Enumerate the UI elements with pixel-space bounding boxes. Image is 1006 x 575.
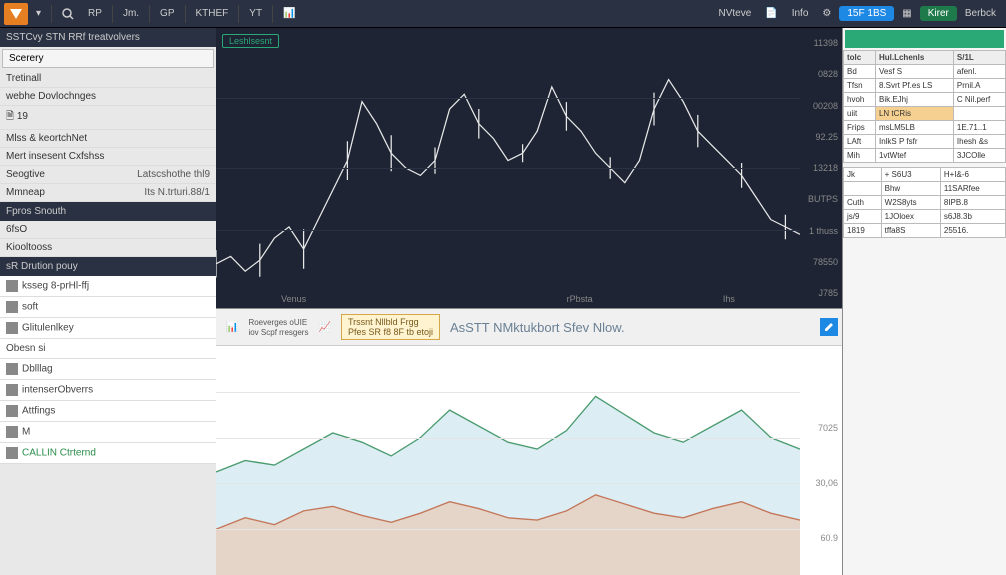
table-row[interactable]: Jk+ S6U3H+I&-6 [844,168,1006,182]
table-row[interactable]: FripsmsLM5LB1E.71..1 [844,121,1006,135]
separator [51,5,52,23]
lt-icon-2[interactable]: 📈 [312,316,336,338]
tb-item-0[interactable]: Jm. [117,3,145,25]
sidebar-row[interactable]: Tretinall [0,70,216,88]
search-icon[interactable] [56,3,80,25]
panel-item[interactable]: M [0,422,216,443]
table-row[interactable]: Bhw11SARfee [844,182,1006,196]
panel-item[interactable]: Obesn si [0,339,216,359]
tb-right-0[interactable]: NVteve [712,3,757,25]
lt-icon-1[interactable]: 📊 [220,316,244,338]
sidebar-row[interactable]: Mlss & keortchNet [0,130,216,148]
table-row[interactable]: CuthW2S8yts8IPB.8 [844,196,1006,210]
panel-item[interactable]: Attfings [0,401,216,422]
chart-yaxis: 1139808280020892.2513218BUTPS1 thuss7855… [800,28,842,308]
sidebar-row[interactable]: webhe Dovlochnges [0,88,216,106]
panel-item[interactable]: soft [0,297,216,318]
lower-toolbar: 📊 Roeverges oUIE iov Scpf rresgers 📈 Trs… [216,308,842,346]
sidebar-row[interactable]: Kiooltooss [0,239,216,257]
sidebar-section-3: sR Drution pouy [0,257,216,276]
lower-title: AsSTT NMktukbort Sfev Nlow. [444,320,625,335]
table-row[interactable]: Tfsn8.Svrt Pf.es LSPrnil.A [844,79,1006,93]
center-area: Leshlsesnt VenusrPbstaIhs 11398082800208… [216,28,842,575]
tb-item-2[interactable]: KTHEF [190,3,235,25]
rp-status-box [845,30,1004,48]
panel-item[interactable]: CALLIN Ctrternd [0,443,216,464]
edit-icon[interactable] [820,318,838,336]
panel-item[interactable]: ksseg 8-prHl-ffj [0,276,216,297]
main-chart[interactable]: Leshlsesnt VenusrPbstaIhs 11398082800208… [216,28,842,308]
tb-right-1[interactable]: Info [786,3,815,25]
separator [238,5,239,23]
panel-item[interactable]: Glitulenlkey [0,318,216,339]
tb-settings-icon[interactable]: ⚙ [816,3,837,25]
panel-item[interactable]: Dblllag [0,359,216,380]
sidebar-row[interactable]: MmneapIts N.trturi.88/1 [0,184,216,202]
green-pill[interactable]: Kirer [920,6,957,21]
separator [185,5,186,23]
right-panel: tolcHul.LchenlsS/1L BdVesf Safenl.Tfsn8.… [842,28,1006,575]
table-row[interactable]: Mih1vtWtef3JCOlle [844,149,1006,163]
sidebar-row[interactable]: SeogtiveLatscshothe thl9 [0,166,216,184]
lt-tab[interactable]: Trssnt Nllbld Frgg Pfes SR f8 8F tb etoj… [341,314,440,340]
separator [149,5,150,23]
table-row[interactable]: uiitLN tCRis [844,107,1006,121]
left-sidebar: SSTCvy STN RRf treatvolvers Scerery Tret… [0,28,216,575]
table-row[interactable]: LAftInlkS P fsfrIhesh &s [844,135,1006,149]
top-toolbar: ▾ RP Jm. GP KTHEF YT 📊 NVteve 📄 Info ⚙ 1… [0,0,1006,28]
sidebar-row[interactable]: 6fsO [0,221,216,239]
table-row[interactable]: js/91JOloexs6J8.3b [844,210,1006,224]
lower-chart[interactable]: 702530,0660.9 [216,346,842,575]
lower-series [216,346,800,575]
app-logo-button[interactable] [4,3,28,25]
table-row[interactable]: hvohBik.EJhjC Nil.perf [844,93,1006,107]
sidebar-header: SSTCvy STN RRf treatvolvers [0,28,216,47]
search-label[interactable]: RP [82,3,108,25]
chart-badge[interactable]: Leshlsesnt [222,34,279,48]
data-table-2: Jk+ S6U3H+I&-6Bhw11SARfeeCuthW2S8yts8IPB… [843,167,1006,238]
tb-doc-icon[interactable]: 📄 [759,3,783,25]
data-table-1: tolcHul.LchenlsS/1L BdVesf Safenl.Tfsn8.… [843,50,1006,163]
sidebar-row[interactable]: Mert insesent Cxfshss [0,148,216,166]
lt-group-0: Roeverges oUIE iov Scpf rresgers [248,318,308,337]
table-row[interactable]: 1819tffa8S25516. [844,224,1006,238]
lower-yaxis: 702530,0660.9 [800,346,842,575]
sidebar-section-2: Fpros Snouth [0,202,216,221]
tb-item-3[interactable]: YT [243,3,268,25]
tb-chart-icon[interactable]: 📊 [277,3,301,25]
tb-item-1[interactable]: GP [154,3,180,25]
tb-bell-icon[interactable]: ▦ [896,3,917,25]
panel-item[interactable]: intenserObverrs [0,380,216,401]
dropdown-button[interactable]: ▾ [30,3,47,25]
blue-pill[interactable]: 15F 1BS [839,6,894,21]
chart-xaxis: VenusrPbstaIhs [216,290,800,308]
table-row[interactable]: BdVesf Safenl. [844,65,1006,79]
back-button[interactable]: Berbck [959,3,1002,25]
separator [112,5,113,23]
sidebar-row[interactable]: 🗎 19 [0,106,216,130]
sidebar-tab[interactable]: Scerery [2,49,214,68]
separator [272,5,273,23]
